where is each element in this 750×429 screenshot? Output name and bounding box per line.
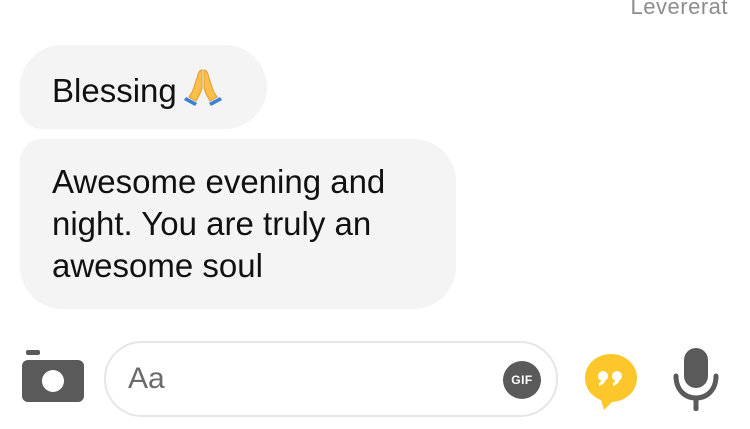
camera-icon <box>22 350 84 402</box>
message-bubble[interactable]: Blessing <box>20 45 267 129</box>
camera-button[interactable] <box>22 350 84 404</box>
message-bubble[interactable]: Awesome evening and night. You are truly… <box>20 139 456 309</box>
chat-screen: Levererat Blessing Awesome evening and n… <box>0 0 750 429</box>
delivery-status: Levererat <box>630 0 728 19</box>
quote-bubble-icon <box>585 354 637 410</box>
message-input[interactable] <box>128 357 468 401</box>
message-text: Blessing <box>52 72 177 109</box>
message-text: Awesome evening and night. You are truly… <box>52 163 386 284</box>
gif-button[interactable]: GIF <box>503 361 541 399</box>
message-input-container[interactable]: GIF <box>104 341 558 417</box>
microphone-icon <box>673 348 719 411</box>
folded-hands-icon <box>183 66 223 106</box>
quote-button[interactable] <box>584 352 638 412</box>
microphone-button[interactable] <box>673 348 719 414</box>
